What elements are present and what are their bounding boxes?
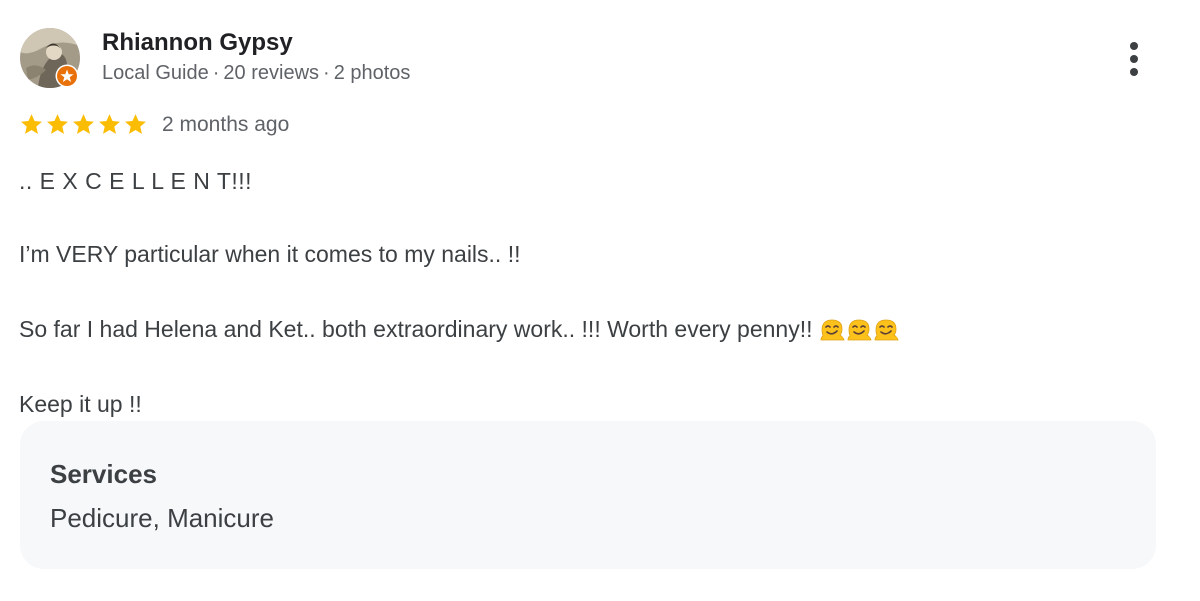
melting-face-emoji-icon [847, 319, 872, 341]
star-icon [73, 114, 94, 134]
photo-count: 2 photos [333, 62, 411, 84]
review-time: 2 months ago [162, 113, 290, 136]
local-guide-label: Local Guide [102, 62, 209, 84]
star-icon [125, 114, 146, 134]
review-text-line-with-emoji: So far I had Helena and Ket.. both extra… [19, 315, 899, 343]
reviewer-meta: Local Guide · 20 reviews · 2 photos [102, 62, 410, 85]
review-count: 20 reviews [223, 62, 320, 84]
more-vertical-icon [1130, 42, 1138, 76]
local-guide-badge-icon [55, 64, 79, 88]
review-text: So far I had Helena and Ket.. both extra… [19, 316, 813, 342]
more-options-button[interactable] [1118, 38, 1150, 80]
star-rating [19, 112, 148, 138]
star-icon [47, 114, 68, 134]
review-card: Rhiannon Gypsy Local Guide · 20 reviews · 2 … [0, 0, 1200, 601]
meta-separator: · [212, 62, 220, 84]
star-icon [99, 114, 120, 134]
review-text-line: Keep it up !! [19, 391, 142, 417]
reviewer-name[interactable]: Rhiannon Gypsy [102, 29, 293, 57]
star-icon [21, 114, 42, 134]
review-text-line: .. E X C E L L E N T!!! [19, 168, 253, 194]
emoji-group [819, 317, 899, 341]
review-text-line: I’m VERY particular when it comes to my … [19, 241, 521, 267]
services-value: Pedicure, Manicure [50, 503, 274, 533]
services-title: Services [50, 459, 157, 489]
services-box: Services Pedicure, Manicure [20, 421, 1156, 569]
meta-separator: · [323, 62, 330, 84]
melting-face-emoji-icon [874, 319, 899, 341]
melting-face-emoji-icon [820, 319, 845, 341]
